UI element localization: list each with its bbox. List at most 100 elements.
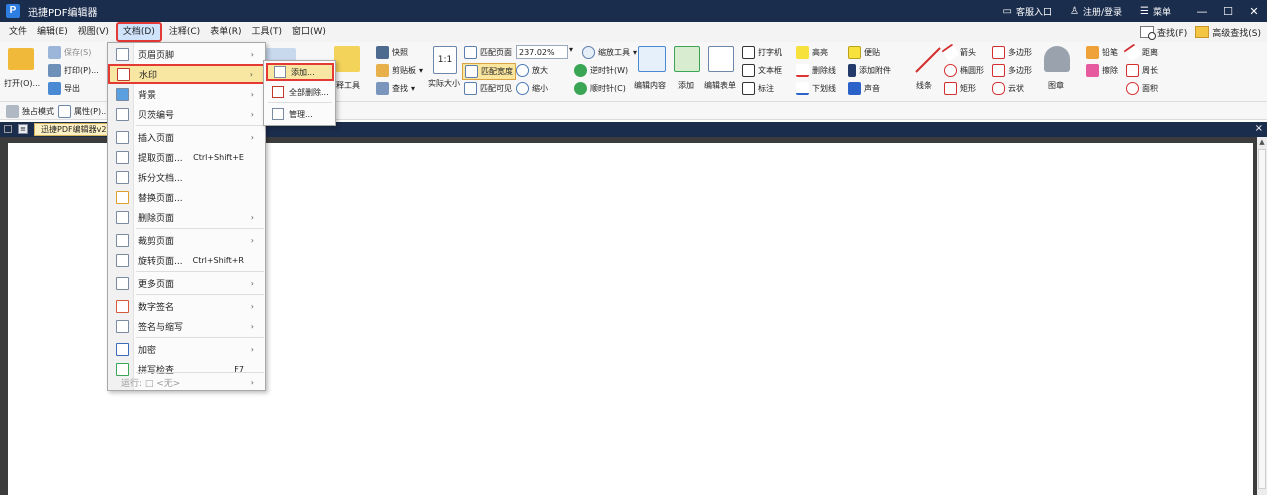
typewriter-button[interactable]: 打字机 <box>742 46 782 59</box>
perimeter-button[interactable]: 周长 <box>1126 64 1158 77</box>
underline-button[interactable]: 下划线 <box>796 82 836 95</box>
menu-item-crop-page[interactable]: 裁剪页面 › <box>109 230 264 250</box>
menu-document[interactable]: 文档(D) <box>115 22 162 42</box>
zoom-dropdown-arrow[interactable]: ▾ <box>569 45 573 54</box>
menu-item-delete-page[interactable]: 删除页面 › <box>109 207 264 227</box>
line-button[interactable]: 线条 <box>916 80 932 91</box>
polyline-button[interactable]: 多边形 <box>992 64 1032 77</box>
menu-item-more-pages[interactable]: 更多页面 › <box>109 273 264 293</box>
watermark-manage-item[interactable]: 管理... <box>266 105 334 123</box>
menu-comment[interactable]: 注释(C) <box>164 22 205 42</box>
fit-page-icon <box>464 46 477 59</box>
menu-view[interactable]: 视图(V) <box>73 22 114 42</box>
properties-icon <box>58 105 71 118</box>
minimize-button[interactable]: — <box>1189 5 1215 18</box>
vertical-scrollbar[interactable]: ▲ <box>1257 137 1267 495</box>
zoom-input[interactable]: 237.02% <box>516 45 568 59</box>
note-icon <box>848 46 861 59</box>
textbox-button[interactable]: 文本框 <box>742 64 782 77</box>
ellipse-button[interactable]: 椭圆形 <box>944 64 984 77</box>
rotate-ccw-icon <box>574 64 587 77</box>
fit-width-button[interactable]: 匹配宽度 <box>462 63 516 80</box>
zoom-tool-button[interactable]: 缩放工具 ▾ <box>582 46 637 59</box>
replace-page-icon <box>116 190 129 204</box>
print-button[interactable]: 打印(P)... <box>48 64 99 77</box>
scrollbar-thumb[interactable] <box>1258 149 1266 489</box>
properties-button[interactable]: 属性(P)... <box>58 105 109 118</box>
clipboard-button[interactable]: 剪贴板 ▾ <box>376 64 423 77</box>
strikeout-button[interactable]: 删除线 <box>796 64 836 77</box>
cloud-button[interactable]: 云状 <box>992 82 1024 95</box>
export-button[interactable]: 导出 <box>48 82 80 95</box>
exclusive-mode-button[interactable]: 独占模式 <box>6 105 54 118</box>
login-button[interactable]: ♙ 注册/登录 <box>1070 5 1122 18</box>
rotate-ccw-button[interactable]: 逆时针(W) <box>574 64 628 77</box>
menu-item-split-document[interactable]: 拆分文档... <box>109 167 264 187</box>
menu-item-replace-page[interactable]: 替换页面... <box>109 187 264 207</box>
save-icon <box>48 46 61 59</box>
menu-item-insert-page[interactable]: 插入页面 › <box>109 127 264 147</box>
open-button[interactable]: 打开(O)... <box>4 78 40 89</box>
polygon-button[interactable]: 多边形 <box>992 46 1032 59</box>
fit-visible-button[interactable]: 匹配可见 <box>464 82 512 95</box>
edit-form-button[interactable]: 编辑表单 <box>704 80 736 91</box>
menu-item-background[interactable]: 背景 › <box>109 84 264 104</box>
arrow-button[interactable]: 箭头 <box>941 43 976 62</box>
menu-item-bates-numbering[interactable]: 贝茨编号 › <box>109 104 264 124</box>
find-button[interactable]: 查找(F) <box>1140 26 1187 40</box>
highlight-button[interactable]: 高亮 <box>796 46 828 59</box>
close-button[interactable]: ✕ <box>1241 5 1267 18</box>
main-menu-button[interactable]: ☰ 菜单 <box>1140 5 1171 18</box>
actual-size-button[interactable]: 实际大小 <box>428 78 460 89</box>
menu-item-rotate-page[interactable]: 旋转页面... Ctrl+Shift+R <box>109 250 264 270</box>
tab-menu-icon[interactable]: ≡ <box>18 124 28 134</box>
menu-item-header-footer[interactable]: 页眉页脚 › <box>109 44 264 64</box>
advanced-find-icon <box>1195 26 1210 38</box>
area-button[interactable]: 面积 <box>1126 82 1158 95</box>
fit-page-button[interactable]: 匹配页面 <box>464 46 512 59</box>
menu-tools[interactable]: 工具(T) <box>246 22 287 42</box>
attach-file-button[interactable]: 添加附件 <box>848 64 891 77</box>
sound-button[interactable]: 声音 <box>848 82 880 95</box>
zoom-out-button[interactable]: 缩小 <box>516 82 548 95</box>
distance-button[interactable]: 距离 <box>1123 43 1158 62</box>
rectangle-button[interactable]: 矩形 <box>944 82 976 95</box>
ribbon-find-button[interactable]: 查找 ▾ <box>376 82 415 95</box>
export-icon <box>48 82 61 95</box>
pencil-button[interactable]: 铅笔 <box>1086 46 1118 59</box>
callout-button[interactable]: 标注 <box>742 82 774 95</box>
menu-file[interactable]: 文件 <box>4 22 32 42</box>
menu-item-sign-initials[interactable]: 签名与缩写 › <box>109 316 264 336</box>
menu-item-digital-signature[interactable]: 数字签名 › <box>109 296 264 316</box>
menu-edit[interactable]: 编辑(E) <box>32 22 73 42</box>
rotate-cw-button[interactable]: 顺时针(C) <box>574 82 626 95</box>
underline-icon <box>796 82 809 95</box>
customer-service-button[interactable]: ▭ 客服入口 <box>1003 5 1052 18</box>
stamp-button[interactable]: 图章 <box>1048 80 1064 91</box>
eraser-button[interactable]: 擦除 <box>1086 64 1118 77</box>
watermark-delete-all-item[interactable]: 全部删除... <box>266 83 334 101</box>
watermark-add-item[interactable]: 添加... <box>266 63 334 81</box>
menu-item-watermark[interactable]: 水印 › <box>108 64 265 84</box>
highlight-icon <box>796 46 809 59</box>
restore-button[interactable]: ☐ <box>1215 5 1241 18</box>
advanced-find-button[interactable]: 高级查找(S) <box>1195 26 1261 39</box>
close-tab-icon[interactable]: × <box>1255 122 1263 136</box>
menu-item-run: 运行: □ <无> › <box>121 377 254 389</box>
menu-item-encrypt[interactable]: 加密 › <box>109 339 264 359</box>
note-button[interactable]: 便贴 <box>848 46 880 59</box>
menu-form[interactable]: 表单(R) <box>205 22 246 42</box>
tab-list-icon[interactable] <box>4 125 12 133</box>
fit-width-icon <box>465 65 478 78</box>
header-footer-icon <box>116 47 129 61</box>
edit-content-button[interactable]: 编辑内容 <box>634 80 666 91</box>
save-button[interactable]: 保存(S) <box>48 46 91 59</box>
scroll-up-icon[interactable]: ▲ <box>1257 137 1267 147</box>
menu-item-extract-page[interactable]: 提取页面... Ctrl+Shift+E <box>109 147 264 167</box>
zoom-in-button[interactable]: 放大 <box>516 64 548 77</box>
watermark-submenu: 添加... 全部删除... 管理... <box>263 60 336 126</box>
snapshot-button[interactable]: 快照 <box>376 46 408 59</box>
add-button[interactable]: 添加 <box>678 80 694 91</box>
cloud-icon <box>992 82 1005 95</box>
menu-window[interactable]: 窗口(W) <box>287 22 331 42</box>
